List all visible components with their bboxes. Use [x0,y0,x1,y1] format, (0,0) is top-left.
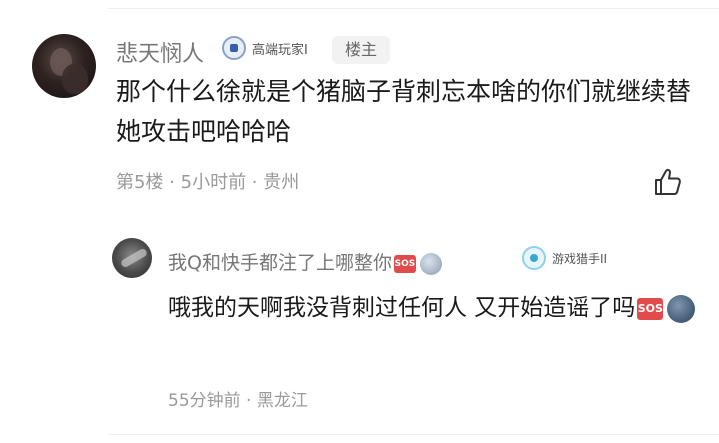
commenter-level-badge: 高端玩家I [222,36,308,60]
reply-text: 哦我的天啊我没背刺过任何人 又开始造谣了吗 [168,295,636,321]
player-badge-icon [222,36,246,60]
new-moon-face-icon [667,294,696,323]
commenter-avatar[interactable] [32,34,96,98]
replier-level-badge: 游戏猎手II [522,246,607,270]
replier-badge-label: 游戏猎手II [552,251,608,266]
new-moon-face-icon [419,252,442,275]
op-tag: 楼主 [332,36,390,64]
replier-username-row[interactable]: 我Q和快手都注了上哪整你 SOS [168,248,442,275]
comment-meta: 第5楼 · 5小时前 · 贵州 [116,172,300,193]
commenter-username[interactable]: 悲天悯人 [116,36,204,68]
comment-text[interactable]: 那个什么徐就是个猪脑子背刺忘本啥的你们就继续替她攻击吧哈哈哈 [116,72,696,152]
replier-username[interactable]: 我Q和快手都注了上哪整你 [168,252,392,274]
replier-avatar[interactable] [112,238,152,278]
sos-emoji-icon: SOS [637,297,664,320]
sos-emoji-icon: SOS [393,254,416,273]
game-hunter-badge-icon [522,246,546,270]
commenter-badge-label: 高端玩家I [252,42,308,58]
thumbs-up-icon[interactable] [652,166,684,198]
bottom-divider [108,434,719,435]
reply-meta: 55分钟前 · 黑龙江 [168,391,308,411]
top-divider [108,8,719,9]
reply-text-block[interactable]: 哦我的天啊我没背刺过任何人 又开始造谣了吗 SOS [168,288,708,328]
